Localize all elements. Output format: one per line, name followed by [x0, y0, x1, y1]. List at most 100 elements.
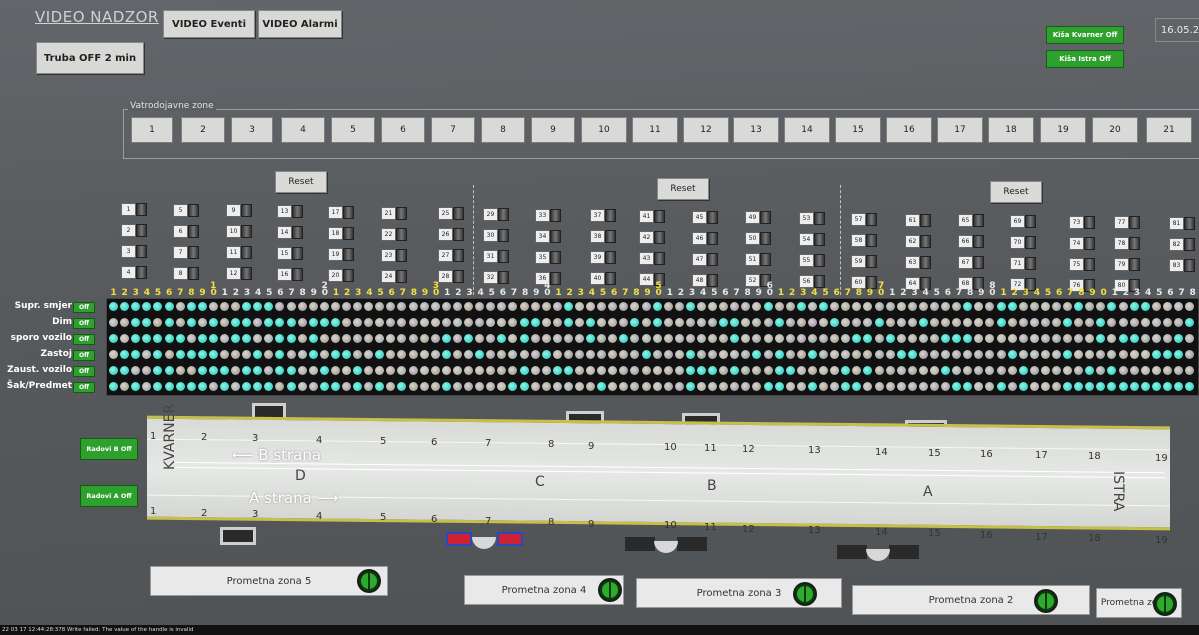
camera-49[interactable]: 49	[745, 211, 771, 225]
camera-32[interactable]: 32	[483, 270, 509, 284]
radovi-b-button[interactable]: Radovi B Off	[80, 438, 138, 460]
radovi-a-button[interactable]: Radovi A Off	[80, 485, 138, 507]
camera-5[interactable]: 5	[173, 203, 199, 217]
video-alarmi-button[interactable]: VIDEO Alarmi	[258, 10, 342, 38]
event-row-off-button[interactable]: Off	[73, 350, 95, 361]
camera-67[interactable]: 67	[958, 256, 984, 270]
fire-zone-17[interactable]: 17	[937, 117, 983, 143]
fire-zone-16[interactable]: 16	[886, 117, 932, 143]
camera-60[interactable]: 60	[851, 275, 877, 289]
fire-zone-19[interactable]: 19	[1040, 117, 1086, 143]
fire-zone-6[interactable]: 6	[381, 117, 425, 143]
camera-31[interactable]: 31	[483, 249, 509, 263]
fire-zone-4[interactable]: 4	[281, 117, 325, 143]
camera-2[interactable]: 2	[121, 224, 147, 237]
camera-33[interactable]: 33	[535, 208, 561, 222]
camera-79[interactable]: 79	[1114, 258, 1140, 272]
camera-23[interactable]: 23	[381, 248, 407, 262]
camera-42[interactable]: 42	[639, 231, 665, 244]
camera-18[interactable]: 18	[328, 226, 354, 240]
camera-45[interactable]: 45	[692, 210, 718, 224]
fire-zone-18[interactable]: 18	[988, 117, 1034, 143]
camera-58[interactable]: 58	[851, 233, 877, 247]
camera-30[interactable]: 30	[483, 228, 509, 242]
camera-55[interactable]: 55	[799, 254, 825, 268]
event-row-off-button[interactable]: Off	[73, 334, 95, 345]
fire-zone-10[interactable]: 10	[581, 117, 627, 143]
fire-zone-20[interactable]: 20	[1092, 117, 1138, 143]
reset-button-2[interactable]: Reset	[657, 178, 709, 200]
camera-37[interactable]: 37	[590, 209, 616, 223]
fire-zone-7[interactable]: 7	[431, 117, 475, 143]
camera-66[interactable]: 66	[958, 235, 984, 249]
camera-19[interactable]: 19	[328, 247, 354, 261]
fire-zone-8[interactable]: 8	[481, 117, 525, 143]
camera-63[interactable]: 63	[905, 255, 931, 269]
camera-25[interactable]: 25	[438, 207, 464, 221]
event-row-off-button[interactable]: Off	[73, 366, 95, 377]
camera-59[interactable]: 59	[851, 254, 877, 268]
camera-13[interactable]: 13	[277, 205, 303, 219]
camera-26[interactable]: 26	[438, 228, 464, 242]
event-row-off-button[interactable]: Off	[73, 302, 95, 313]
camera-48[interactable]: 48	[692, 273, 718, 287]
camera-34[interactable]: 34	[535, 229, 561, 243]
camera-56[interactable]: 56	[799, 275, 825, 289]
camera-53[interactable]: 53	[799, 212, 825, 226]
camera-82[interactable]: 82	[1169, 238, 1195, 251]
reset-button-3[interactable]: Reset	[990, 181, 1042, 203]
kisa-istra-button[interactable]: Kiša Istra Off	[1046, 50, 1124, 68]
camera-40[interactable]: 40	[590, 272, 616, 286]
camera-74[interactable]: 74	[1069, 236, 1095, 250]
fire-zone-5[interactable]: 5	[331, 117, 375, 143]
camera-39[interactable]: 39	[590, 251, 616, 265]
camera-83[interactable]: 83	[1169, 259, 1195, 272]
fire-zone-21[interactable]: 21	[1146, 117, 1192, 143]
fire-zone-1[interactable]: 1	[131, 117, 173, 143]
camera-8[interactable]: 8	[173, 266, 199, 280]
camera-10[interactable]: 10	[226, 225, 252, 239]
camera-15[interactable]: 15	[277, 247, 303, 261]
truba-off-button[interactable]: Truba OFF 2 min	[36, 42, 144, 74]
camera-35[interactable]: 35	[535, 250, 561, 264]
camera-50[interactable]: 50	[745, 232, 771, 246]
camera-70[interactable]: 70	[1010, 235, 1036, 249]
camera-78[interactable]: 78	[1114, 237, 1140, 251]
camera-7[interactable]: 7	[173, 245, 199, 259]
fire-zone-12[interactable]: 12	[683, 117, 729, 143]
camera-61[interactable]: 61	[905, 213, 931, 227]
camera-4[interactable]: 4	[121, 266, 147, 279]
camera-43[interactable]: 43	[639, 252, 665, 265]
camera-75[interactable]: 75	[1069, 257, 1095, 271]
camera-81[interactable]: 81	[1169, 217, 1195, 230]
camera-27[interactable]: 27	[438, 249, 464, 263]
camera-51[interactable]: 51	[745, 253, 771, 267]
camera-1[interactable]: 1	[121, 203, 147, 216]
camera-41[interactable]: 41	[639, 210, 665, 223]
fire-zone-3[interactable]: 3	[231, 117, 273, 143]
fire-zone-9[interactable]: 9	[531, 117, 575, 143]
kisa-kvarner-button[interactable]: Kiša Kvarner Off	[1046, 26, 1124, 44]
fire-zone-11[interactable]: 11	[632, 117, 678, 143]
camera-11[interactable]: 11	[226, 246, 252, 260]
fire-zone-14[interactable]: 14	[784, 117, 830, 143]
traffic-zone-5[interactable]: Prometna zona 5	[150, 566, 388, 596]
video-eventi-button[interactable]: VIDEO Eventi	[163, 10, 255, 38]
camera-73[interactable]: 73	[1069, 215, 1095, 229]
camera-54[interactable]: 54	[799, 233, 825, 247]
camera-20[interactable]: 20	[328, 268, 354, 282]
camera-29[interactable]: 29	[483, 207, 509, 221]
camera-16[interactable]: 16	[277, 268, 303, 282]
fire-zone-13[interactable]: 13	[733, 117, 779, 143]
event-row-off-button[interactable]: Off	[73, 382, 95, 393]
camera-46[interactable]: 46	[692, 231, 718, 245]
camera-17[interactable]: 17	[328, 205, 354, 219]
camera-22[interactable]: 22	[381, 227, 407, 241]
camera-6[interactable]: 6	[173, 224, 199, 238]
camera-3[interactable]: 3	[121, 245, 147, 258]
camera-77[interactable]: 77	[1114, 216, 1140, 230]
camera-71[interactable]: 71	[1010, 256, 1036, 270]
reset-button-1[interactable]: Reset	[275, 171, 327, 193]
camera-57[interactable]: 57	[851, 212, 877, 226]
camera-9[interactable]: 9	[226, 204, 252, 218]
